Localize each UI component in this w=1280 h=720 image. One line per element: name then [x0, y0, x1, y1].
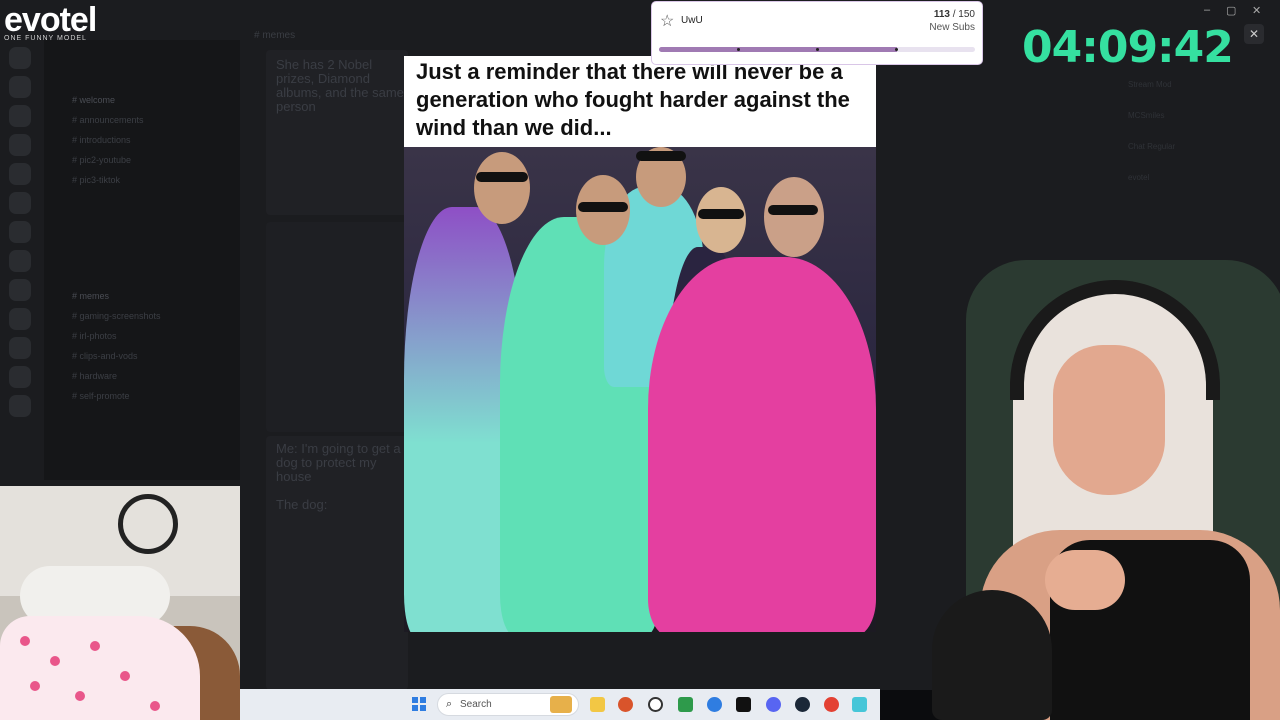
sunglasses: [578, 202, 628, 212]
channel-item[interactable]: # pic3-tiktok: [72, 173, 240, 188]
post-card[interactable]: [266, 222, 408, 432]
channel-item[interactable]: # gaming-screenshots: [72, 309, 240, 324]
channel-item[interactable]: # irl-photos: [72, 329, 240, 344]
stream-logo-subtitle: ONE FUNNY MODEL: [4, 35, 87, 42]
sub-goal-widget: ☆ UwU 113 / 150 New Subs: [652, 2, 982, 64]
person-head: [696, 187, 746, 253]
search-icon: ⌕: [446, 698, 453, 710]
person-figure: [648, 257, 876, 632]
streamer-hand: [1045, 550, 1125, 610]
pet-cam-feed: [0, 486, 240, 720]
viewer-close-button[interactable]: ✕: [1244, 24, 1264, 44]
server-icon[interactable]: [9, 76, 31, 98]
minimize-icon[interactable]: –: [1204, 4, 1210, 16]
member-list: Stream Mod MCSmiles Chat Regular evotel: [1128, 80, 1268, 204]
chrome-icon[interactable]: [824, 697, 839, 712]
server-icon[interactable]: [9, 395, 31, 417]
channel-item[interactable]: # announcements: [72, 113, 240, 128]
channel-item[interactable]: # introductions: [72, 133, 240, 148]
goal-milestone-dot: [737, 48, 740, 51]
server-icon[interactable]: [9, 221, 31, 243]
polka-dot-blanket: [0, 616, 200, 720]
browser-icon[interactable]: [618, 697, 633, 712]
taskbar: ⌕ Search: [240, 689, 880, 720]
goal-milestone-dot: [895, 48, 898, 51]
sunglasses: [768, 205, 818, 215]
server-icon[interactable]: [9, 163, 31, 185]
calculator-icon[interactable]: [852, 697, 867, 712]
obs-icon[interactable]: [648, 697, 663, 712]
xbox-icon[interactable]: [678, 697, 693, 712]
stream-logo: evotel: [4, 1, 97, 39]
channel-item[interactable]: # welcome: [72, 93, 240, 108]
sunglasses: [698, 209, 744, 219]
server-icon[interactable]: [9, 134, 31, 156]
fan-icon: [118, 494, 178, 554]
channel-item-active[interactable]: # memes: [72, 289, 240, 304]
member-item[interactable]: MCSmiles: [1128, 111, 1268, 120]
steam-icon[interactable]: [795, 697, 810, 712]
discord-icon[interactable]: [766, 697, 781, 712]
member-item[interactable]: evotel: [1128, 173, 1268, 182]
channel-item[interactable]: # clips-and-vods: [72, 349, 240, 364]
goal-progress-fill: [659, 47, 897, 52]
post-card[interactable]: Me: I'm going to get a dog to protect my…: [266, 436, 408, 690]
stream-timer: 04:09:42: [1022, 22, 1234, 73]
server-icon[interactable]: [9, 105, 31, 127]
app-icon[interactable]: [707, 697, 722, 712]
meme-photo: [404, 147, 876, 632]
person-head: [474, 152, 530, 224]
server-icon[interactable]: [9, 308, 31, 330]
goal-count: 113 / 150: [934, 9, 975, 20]
channel-list: # welcome # announcements # introduction…: [44, 40, 240, 480]
channel-title: # memes: [254, 30, 296, 41]
windows-start-icon[interactable]: [412, 697, 426, 711]
taskbar-search[interactable]: ⌕ Search: [437, 693, 579, 716]
webcam-feed: [870, 250, 1280, 720]
post-text: She has 2 Nobel prizes, Diamond albums, …: [276, 57, 404, 114]
server-icon[interactable]: [9, 47, 31, 69]
goal-milestone-dot: [816, 48, 819, 51]
search-placeholder: Search: [460, 699, 492, 710]
microphone-icon: [932, 590, 1052, 720]
channel-item[interactable]: # self-promote: [72, 389, 240, 404]
goal-current: 113: [933, 9, 950, 20]
post-text: Me: I'm going to get a dog to protect my…: [276, 441, 401, 512]
goal-target: / 150: [952, 9, 975, 20]
meme-caption: Just a reminder that there will never be…: [404, 56, 876, 147]
channel-item[interactable]: # pic2-youtube: [72, 153, 240, 168]
server-icon[interactable]: [9, 337, 31, 359]
server-icon[interactable]: [9, 192, 31, 214]
star-icon: ☆: [660, 13, 675, 30]
maximize-icon[interactable]: ▢: [1226, 4, 1236, 17]
channel-item[interactable]: # hardware: [72, 369, 240, 384]
sunglasses: [476, 172, 528, 182]
window-close-icon[interactable]: ✕: [1252, 4, 1261, 17]
member-item[interactable]: Stream Mod: [1128, 80, 1268, 89]
goal-name: UwU: [681, 15, 703, 26]
member-item[interactable]: Chat Regular: [1128, 142, 1268, 151]
person-head: [764, 177, 824, 257]
message-feed: She has 2 Nobel prizes, Diamond albums, …: [266, 50, 408, 690]
server-icon[interactable]: [9, 279, 31, 301]
meme-image[interactable]: Just a reminder that there will never be…: [404, 56, 876, 632]
search-highlight-icon: [550, 696, 572, 713]
post-card[interactable]: She has 2 Nobel prizes, Diamond albums, …: [266, 50, 408, 215]
server-icon[interactable]: [9, 250, 31, 272]
terminal-icon[interactable]: [736, 697, 751, 712]
sunglasses: [636, 151, 686, 161]
goal-label: New Subs: [929, 22, 975, 33]
server-icon[interactable]: [9, 366, 31, 388]
server-list: [0, 40, 38, 480]
file-explorer-icon[interactable]: [590, 697, 605, 712]
